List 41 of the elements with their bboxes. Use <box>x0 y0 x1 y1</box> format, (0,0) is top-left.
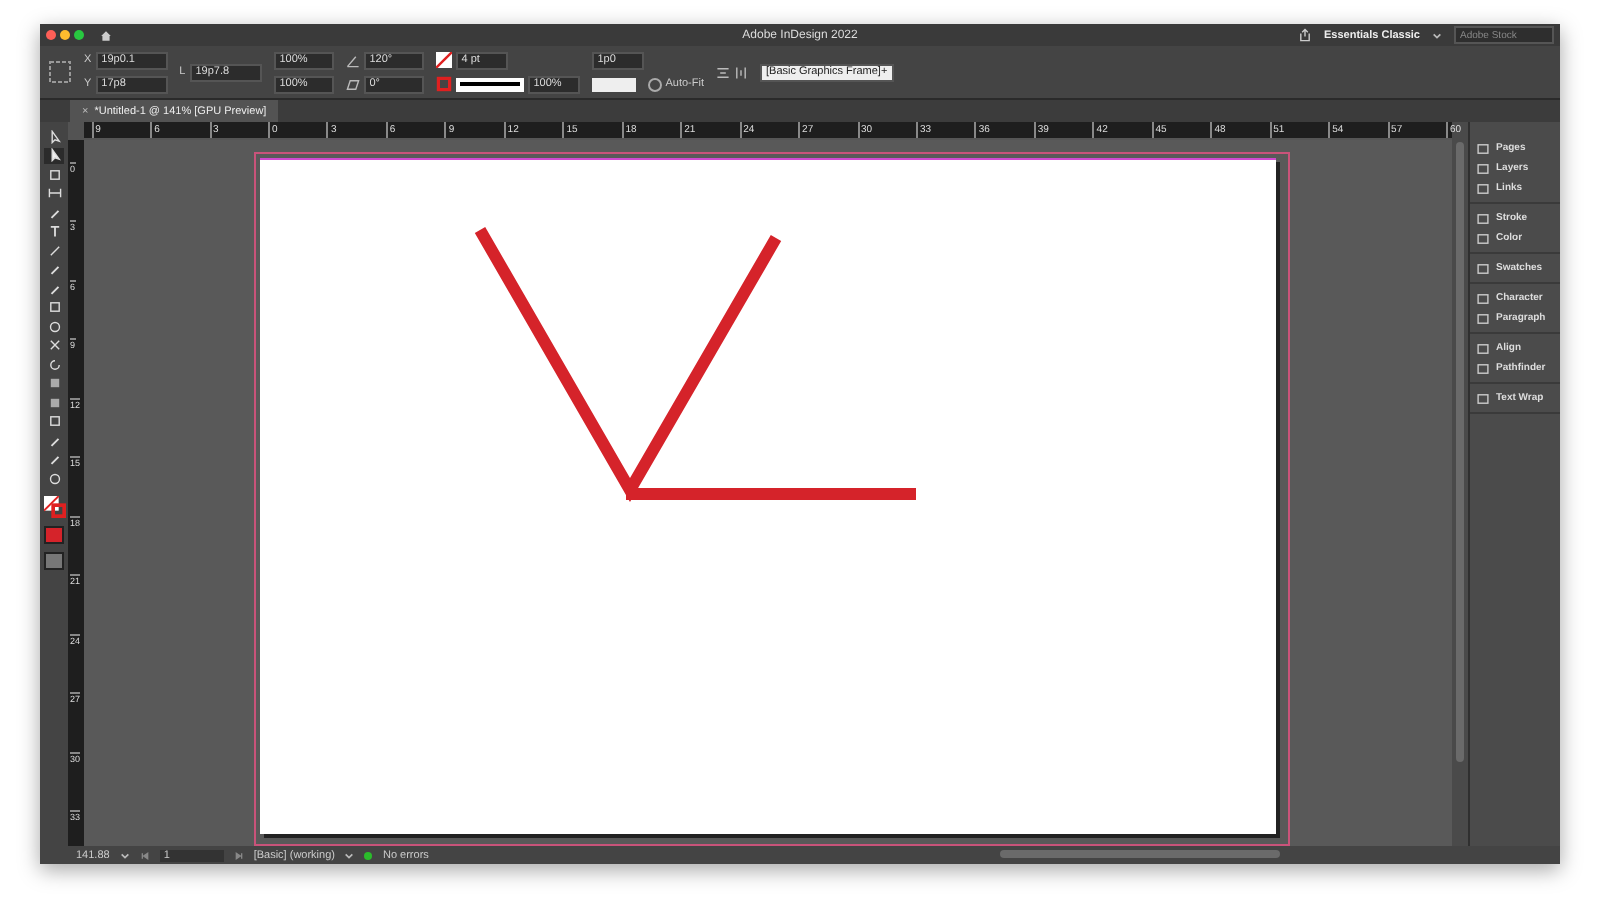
shear-icon <box>345 77 360 91</box>
line-icon <box>47 243 61 258</box>
color-field[interactable] <box>591 77 636 91</box>
stroke-swatch-icon[interactable] <box>435 76 452 92</box>
home-icon[interactable] <box>100 29 112 41</box>
chevron-down-icon[interactable] <box>1432 31 1442 39</box>
reference-point-icon[interactable] <box>48 60 72 84</box>
view-mode-button[interactable] <box>44 551 64 569</box>
apply-color-button[interactable] <box>44 525 64 543</box>
pencil-icon <box>47 281 61 296</box>
tool-button[interactable] <box>44 413 64 430</box>
close-light[interactable] <box>46 30 56 40</box>
scrollbar-thumb[interactable] <box>1000 850 1280 858</box>
tool-button[interactable] <box>44 356 64 373</box>
tool-button[interactable] <box>44 185 64 202</box>
fill-stroke-icon[interactable] <box>43 495 65 517</box>
scissors-icon <box>47 338 61 353</box>
minimize-light[interactable] <box>60 30 70 40</box>
fill-swatch-icon[interactable] <box>435 52 452 68</box>
tool-button[interactable] <box>44 470 64 487</box>
distribute-icon[interactable] <box>734 65 748 79</box>
chevron-down-icon[interactable] <box>344 851 355 859</box>
zoom-light[interactable] <box>74 30 84 40</box>
gap-icon <box>47 186 61 201</box>
last-page-icon[interactable] <box>233 851 244 859</box>
tool-button[interactable] <box>44 166 64 183</box>
tool-button[interactable] <box>44 147 64 164</box>
circle-icon <box>47 319 61 334</box>
chevron-down-icon[interactable] <box>119 851 130 859</box>
stroke-type-dropdown[interactable] <box>455 77 524 91</box>
frame-icon <box>47 300 61 315</box>
first-page-icon[interactable] <box>139 851 150 859</box>
scrollbar-thumb[interactable] <box>1456 142 1464 762</box>
preflight-status-dot <box>364 851 373 859</box>
tool-button[interactable] <box>44 299 64 316</box>
auto-fit-checkbox[interactable] <box>647 77 662 91</box>
rotate-icon <box>47 357 61 372</box>
share-icon[interactable] <box>1297 28 1312 42</box>
angle-icon <box>345 53 360 67</box>
type-icon <box>47 224 61 239</box>
tool-button[interactable] <box>44 318 64 335</box>
